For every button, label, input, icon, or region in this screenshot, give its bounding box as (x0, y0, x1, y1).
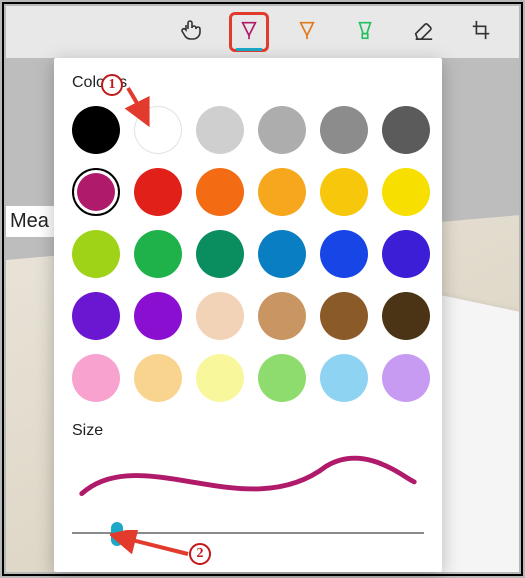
tool-active-underline (236, 48, 262, 51)
colour-swatch[interactable] (382, 168, 430, 216)
colour-swatch[interactable] (196, 354, 244, 402)
colour-swatch[interactable] (72, 230, 120, 278)
colour-swatch[interactable] (382, 230, 430, 278)
colour-swatch[interactable] (382, 354, 430, 402)
colour-swatch[interactable] (134, 354, 182, 402)
colours-heading: Colours (72, 74, 424, 92)
colour-swatch-inner (77, 173, 115, 211)
colour-swatch[interactable] (72, 106, 120, 154)
colour-swatch[interactable] (134, 292, 182, 340)
highlighter-tool[interactable] (345, 12, 385, 52)
size-preview-wave (72, 448, 424, 504)
pen-tool-orange[interactable] (287, 12, 327, 52)
colour-swatch[interactable] (382, 106, 430, 154)
pen-icon (238, 19, 260, 46)
eraser-icon (412, 19, 434, 46)
finger-tool[interactable] (171, 12, 211, 52)
colour-swatch[interactable] (72, 292, 120, 340)
crop-tool[interactable] (461, 12, 501, 52)
size-slider[interactable] (72, 522, 424, 546)
slider-track (72, 532, 424, 534)
colour-swatch[interactable] (258, 106, 306, 154)
colour-swatch[interactable] (196, 106, 244, 154)
colour-swatch[interactable] (134, 106, 182, 154)
colour-swatch[interactable] (196, 168, 244, 216)
finger-icon (179, 18, 203, 47)
colour-swatch[interactable] (382, 292, 430, 340)
pen-settings-panel: Colours Size (54, 58, 442, 572)
colour-swatch[interactable] (196, 292, 244, 340)
colour-swatch[interactable] (320, 168, 368, 216)
drawing-toolbar (6, 6, 519, 58)
size-heading: Size (72, 422, 424, 440)
eraser-tool[interactable] (403, 12, 443, 52)
colour-swatch-grid (72, 106, 424, 402)
colour-swatch[interactable] (320, 230, 368, 278)
highlighter-icon (354, 19, 376, 46)
colour-swatch[interactable] (196, 230, 244, 278)
colour-swatch[interactable] (258, 354, 306, 402)
pen-tool[interactable] (229, 12, 269, 52)
background-label-mea: Mea (6, 206, 57, 237)
pen-icon (296, 19, 318, 46)
slider-thumb[interactable] (111, 522, 123, 546)
crop-icon (470, 19, 492, 46)
colour-swatch[interactable] (320, 106, 368, 154)
colour-swatch[interactable] (258, 168, 306, 216)
colour-swatch[interactable] (134, 230, 182, 278)
colour-swatch[interactable] (320, 292, 368, 340)
colour-swatch[interactable] (134, 168, 182, 216)
colour-swatch-selected[interactable] (72, 168, 120, 216)
colour-swatch[interactable] (258, 230, 306, 278)
colour-swatch[interactable] (258, 292, 306, 340)
colour-swatch[interactable] (320, 354, 368, 402)
colour-swatch[interactable] (72, 354, 120, 402)
